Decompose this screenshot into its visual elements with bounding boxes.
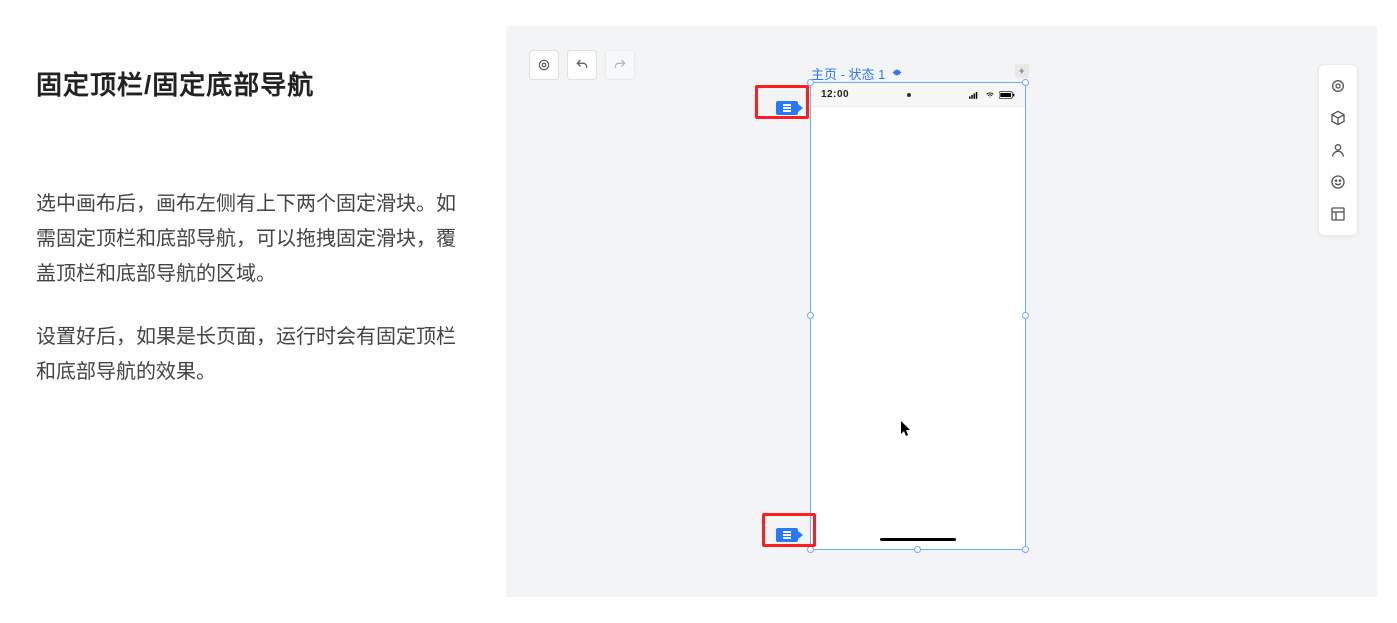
smile-tool-button[interactable] (1323, 167, 1353, 197)
fixed-bottom-slider[interactable] (776, 528, 798, 542)
right-toolbar (1318, 64, 1358, 236)
selection-handle-tr[interactable] (1022, 79, 1029, 86)
target-tool-button[interactable] (1323, 71, 1353, 101)
notch-dot (907, 93, 911, 97)
settings-gear-icon[interactable] (891, 68, 903, 80)
selection-handle-mr[interactable] (1022, 312, 1029, 319)
undo-button[interactable] (567, 50, 597, 80)
signal-icon (969, 91, 981, 99)
fixed-top-slider[interactable] (776, 101, 798, 115)
selection-handle-br[interactable] (1022, 546, 1029, 553)
lightning-badge[interactable] (1015, 64, 1029, 78)
selection-handle-ml[interactable] (807, 312, 814, 319)
person-tool-button[interactable] (1323, 135, 1353, 165)
home-indicator (880, 538, 956, 541)
cube-tool-button[interactable] (1323, 103, 1353, 133)
layout-icon (1330, 206, 1346, 222)
wifi-icon (984, 91, 996, 99)
doc-paragraph-1: 选中画布后，画布左侧有上下两个固定滑块。如需固定顶栏和底部导航，可以拖拽固定滑块… (36, 187, 456, 292)
target-icon (537, 58, 551, 72)
status-time: 12:00 (821, 89, 849, 100)
battery-icon (999, 91, 1015, 99)
selection-handle-bm[interactable] (914, 546, 921, 553)
canvas-page-label[interactable]: 主页 - 状态 1 (811, 64, 903, 83)
page-label-text: 主页 - 状态 1 (811, 64, 885, 83)
selection-handle-tl[interactable] (807, 79, 814, 86)
status-indicators (969, 91, 1015, 99)
target-icon (1330, 78, 1346, 94)
lightning-icon (1018, 66, 1026, 76)
device-canvas[interactable]: 12:00 (810, 82, 1026, 550)
doc-title: 固定顶栏/固定底部导航 (36, 65, 456, 102)
editor-canvas-panel: 主页 - 状态 1 12:00 (506, 26, 1377, 597)
undo-icon (575, 58, 589, 72)
doc-left-panel: 固定顶栏/固定底部导航 选中画布后，画布左侧有上下两个固定滑块。如需固定顶栏和底… (36, 65, 456, 418)
doc-paragraph-2: 设置好后，如果是长页面，运行时会有固定顶栏和底部导航的效果。 (36, 320, 456, 390)
smile-icon (1330, 174, 1346, 190)
selection-handle-bl[interactable] (807, 546, 814, 553)
device-status-bar: 12:00 (811, 83, 1025, 107)
layout-tool-button[interactable] (1323, 199, 1353, 229)
cube-icon (1330, 110, 1346, 126)
person-icon (1330, 142, 1346, 158)
redo-icon (613, 58, 627, 72)
target-button[interactable] (529, 50, 559, 80)
redo-button (605, 50, 635, 80)
editor-toolbar (529, 50, 635, 80)
